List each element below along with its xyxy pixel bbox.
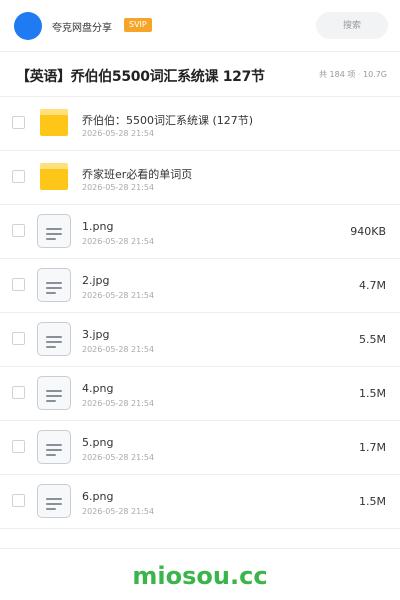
- file-row[interactable]: 4.png 2026-05-28 21:54 1.5M: [0, 367, 400, 421]
- file-date: 2026-05-28 21:54: [82, 453, 155, 462]
- document-icon: [37, 430, 71, 464]
- file-name[interactable]: 乔家班er必看的单词页: [82, 166, 192, 182]
- file-date: 2026-05-28 21:54: [82, 183, 155, 192]
- file-name[interactable]: 1.png: [82, 220, 113, 233]
- total-size: 10.7G: [362, 70, 387, 79]
- file-date: 2026-05-28 21:54: [82, 291, 155, 300]
- file-name[interactable]: 5.png: [82, 436, 113, 449]
- file-date: 2026-05-28 21:54: [82, 507, 155, 516]
- page-title: 【英语】乔伯伯5500词汇系统课 127节: [16, 69, 265, 85]
- file-date: 2026-05-28 21:54: [82, 345, 155, 354]
- file-size: 4.7M: [359, 279, 386, 292]
- file-row-folder[interactable]: 乔伯伯：5500词汇系统课 (127节) 2026-05-28 21:54: [0, 97, 400, 151]
- file-name[interactable]: 乔伯伯：5500词汇系统课 (127节): [82, 112, 253, 128]
- file-row[interactable]: 5.png 2026-05-28 21:54 1.7M: [0, 421, 400, 475]
- document-icon: [37, 214, 71, 248]
- file-size: 940KB: [350, 225, 386, 238]
- file-size: 1.7M: [359, 441, 386, 454]
- file-size: 1.5M: [359, 387, 386, 400]
- file-name[interactable]: 3.jpg: [82, 328, 110, 341]
- file-name[interactable]: 6.png: [82, 490, 113, 503]
- document-icon: [37, 484, 71, 518]
- document-icon: [37, 268, 71, 302]
- item-count: 共 184 项: [318, 70, 356, 79]
- footer-divider: [0, 548, 400, 549]
- file-name[interactable]: 2.jpg: [82, 274, 110, 287]
- folder-icon: [40, 109, 68, 136]
- row-checkbox[interactable]: [12, 386, 25, 399]
- file-name[interactable]: 4.png: [82, 382, 113, 395]
- file-date: 2026-05-28 21:54: [82, 237, 155, 246]
- search-input[interactable]: [316, 12, 388, 39]
- file-row-folder[interactable]: 乔家班er必看的单词页 2026-05-28 21:54: [0, 151, 400, 205]
- file-size: 1.5M: [359, 495, 386, 508]
- file-size: 5.5M: [359, 333, 386, 346]
- svip-badge: SVIP: [124, 18, 152, 32]
- top-bar: 夸克网盘分享 SVIP: [0, 0, 400, 52]
- row-checkbox[interactable]: [12, 440, 25, 453]
- row-checkbox[interactable]: [12, 224, 25, 237]
- row-checkbox[interactable]: [12, 170, 25, 183]
- folder-meta: 共 184 项 · 10.7G: [319, 69, 387, 80]
- file-list: 乔伯伯：5500词汇系统课 (127节) 2026-05-28 21:54 乔家…: [0, 97, 400, 529]
- meta-separator: ·: [357, 70, 361, 79]
- row-checkbox[interactable]: [12, 116, 25, 129]
- avatar[interactable]: [14, 12, 42, 40]
- row-checkbox[interactable]: [12, 278, 25, 291]
- watermark: miosou.cc: [132, 562, 268, 590]
- file-row[interactable]: 2.jpg 2026-05-28 21:54 4.7M: [0, 259, 400, 313]
- file-row[interactable]: 1.png 2026-05-28 21:54 940KB: [0, 205, 400, 259]
- file-row[interactable]: 6.png 2026-05-28 21:54 1.5M: [0, 475, 400, 529]
- row-checkbox[interactable]: [12, 332, 25, 345]
- folder-icon: [40, 163, 68, 190]
- file-date: 2026-05-28 21:54: [82, 399, 155, 408]
- file-row[interactable]: 3.jpg 2026-05-28 21:54 5.5M: [0, 313, 400, 367]
- row-checkbox[interactable]: [12, 494, 25, 507]
- document-icon: [37, 322, 71, 356]
- share-title: 夸克网盘分享: [52, 23, 112, 34]
- file-date: 2026-05-28 21:54: [82, 129, 155, 138]
- document-icon: [37, 376, 71, 410]
